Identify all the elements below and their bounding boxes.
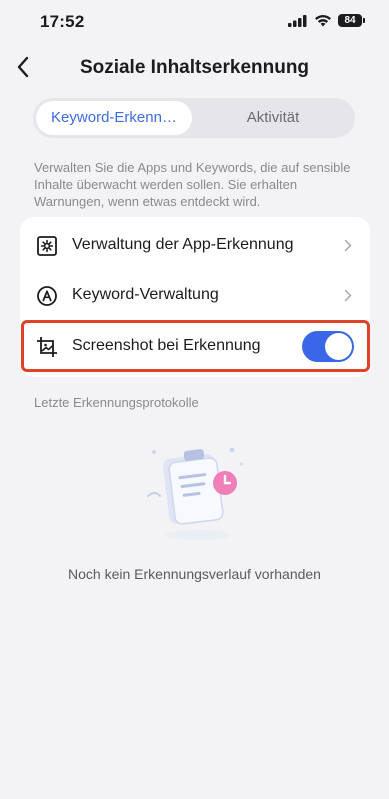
wifi-icon [315,14,331,27]
battery-level: 84 [338,14,362,27]
description-text: Verwalten Sie die Apps und Keywords, die… [34,160,351,209]
tab-keyword-detection[interactable]: Keyword-Erkenn… [36,101,192,135]
row-screenshot-on-detection: Screenshot bei Erkennung [20,321,370,371]
row-label-keyword-management: Keyword-Verwaltung [72,286,219,303]
app-settings-icon [37,236,57,256]
screenshot-toggle[interactable] [302,331,354,362]
row-app-detection[interactable]: Verwaltung der App-Erkennung [20,220,370,270]
status-icons: 84 [288,14,365,27]
page-title: Soziale Inhaltserkennung [79,57,310,78]
empty-state-text: Noch kein Erkennungsverlauf vorhanden [68,566,321,582]
toggle-knob [325,333,352,360]
chevron-right-icon [344,289,352,302]
row-label-screenshot: Screenshot bei Erkennung [72,337,261,354]
row-keyword-management[interactable]: Keyword-Verwaltung [20,270,370,320]
status-bar: 17:52 84 [0,0,389,44]
screenshot-icon [37,337,57,357]
settings-card: Verwaltung der App-Erkennung Keyword-Ver… [20,217,370,377]
status-time: 17:52 [40,12,85,31]
keyword-icon [37,286,57,306]
battery-icon: 84 [338,14,365,27]
empty-clipboard-illustration [147,447,243,540]
chevron-right-icon [344,239,352,252]
signal-icon [288,14,307,27]
nav-bar: Soziale Inhaltserkennung [0,44,389,90]
section-title-logs: Letzte Erkennungsprotokolle [34,395,199,410]
tab-activity[interactable]: Aktivität [194,101,352,135]
tab-switcher: Keyword-Erkenn… Aktivität [33,98,355,138]
row-label-app-detection: Verwaltung der App-Erkennung [72,236,294,253]
